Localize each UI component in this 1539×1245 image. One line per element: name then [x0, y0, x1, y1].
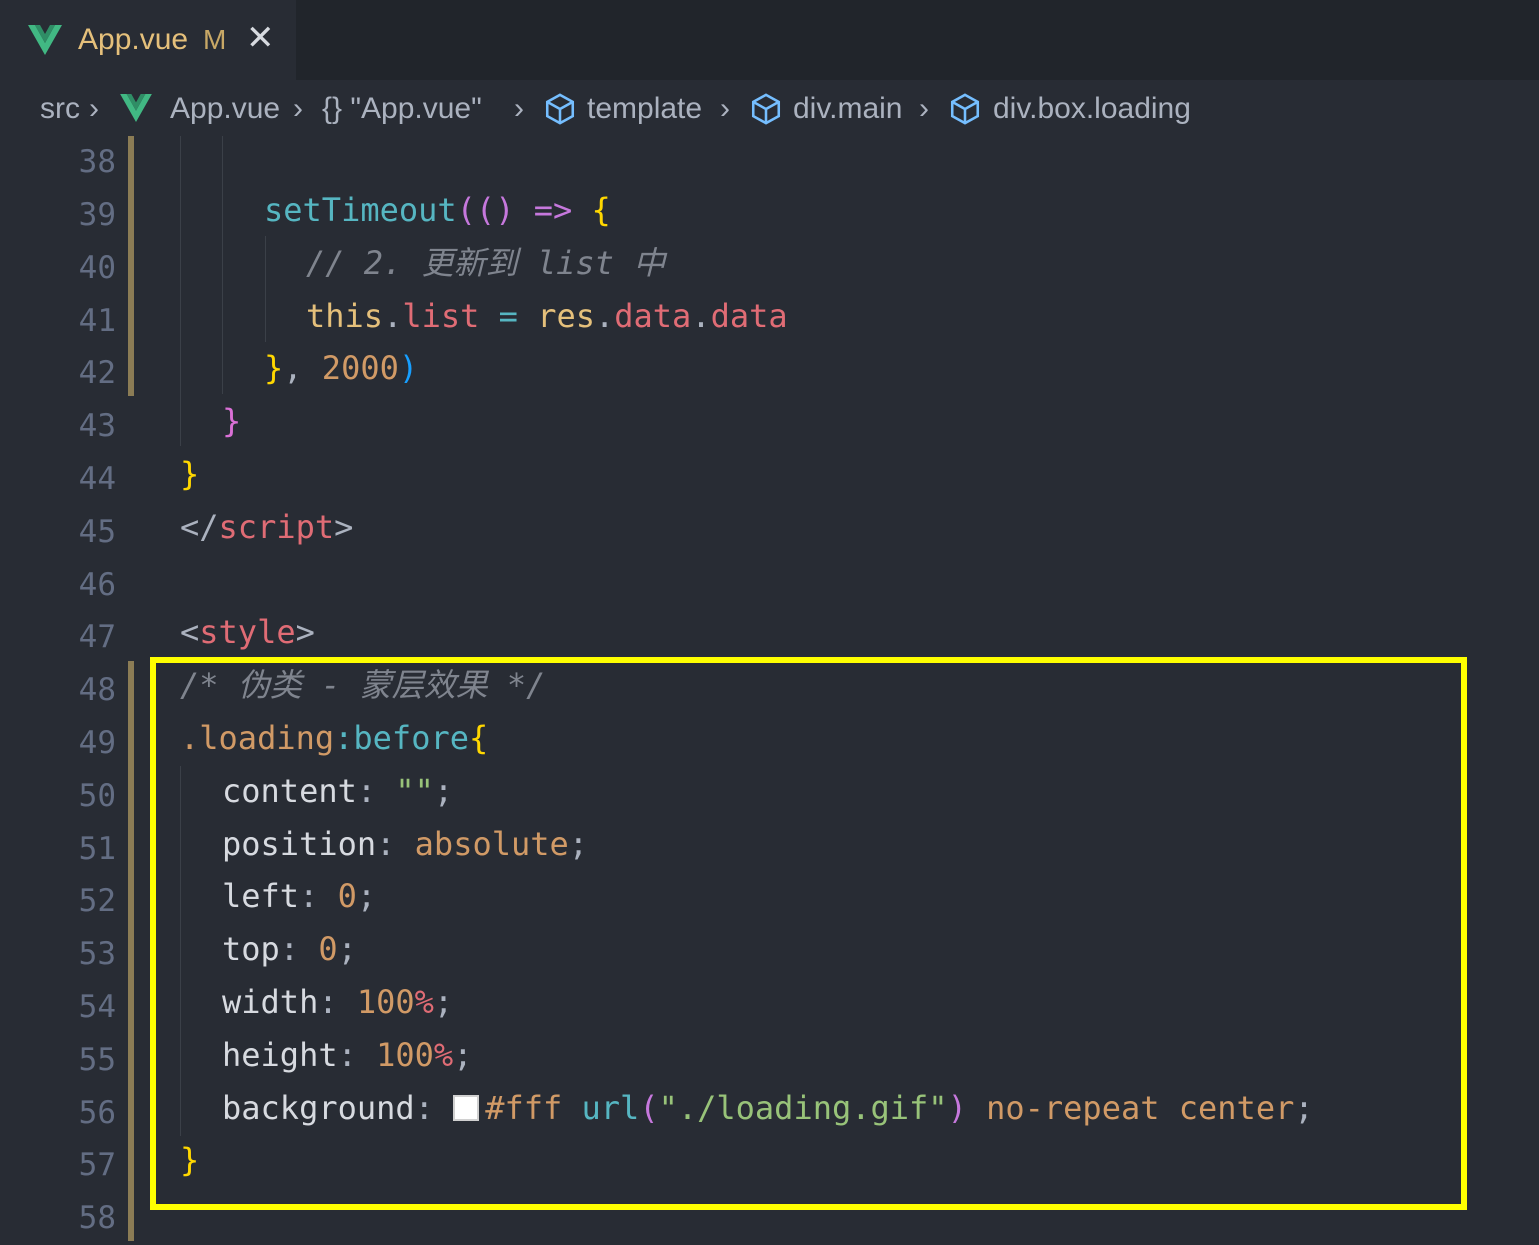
line-number: 46 — [78, 567, 116, 603]
line-number: 50 — [78, 778, 116, 814]
line-number: 45 — [78, 514, 116, 550]
breadcrumb: src › App.vue › {} "App.vue" › template … — [0, 80, 1539, 136]
vue-icon — [120, 94, 152, 122]
line-number: 42 — [78, 355, 116, 391]
cube-icon — [545, 93, 575, 125]
line-number: 58 — [78, 1200, 116, 1236]
line-number: 40 — [78, 250, 116, 286]
line-number: 43 — [78, 408, 116, 444]
breadcrumb-div-main[interactable]: div.main — [793, 90, 902, 128]
breadcrumb-file[interactable]: App.vue — [170, 90, 280, 128]
breadcrumb-folder[interactable]: src — [40, 90, 80, 128]
line-number: 39 — [78, 197, 116, 233]
code-line-40: // 2. 更新到 list 中 — [306, 244, 666, 282]
line-number: 53 — [78, 936, 116, 972]
breadcrumb-template[interactable]: template — [587, 90, 702, 128]
line-number: 48 — [78, 672, 116, 708]
tab-bar: App.vue M ✕ — [0, 0, 1539, 80]
line-number: 51 — [78, 831, 116, 867]
line-number: 38 — [78, 144, 116, 180]
line-number: 49 — [78, 725, 116, 761]
line-number: 55 — [78, 1042, 116, 1078]
tab-app-vue[interactable]: App.vue M ✕ — [0, 0, 296, 80]
vue-icon — [28, 25, 62, 55]
code-line-41: this.list = res.data.data — [306, 297, 788, 335]
line-number: 47 — [78, 619, 116, 655]
line-number: 57 — [78, 1147, 116, 1183]
tab-label: App.vue — [78, 23, 189, 56]
code-line-42: }, 2000) — [264, 349, 419, 387]
code-line-47: <style> — [180, 613, 315, 651]
chevron-right-icon: › — [89, 92, 99, 125]
chevron-right-icon: › — [720, 92, 730, 125]
close-icon[interactable]: ✕ — [246, 18, 275, 58]
chevron-right-icon: › — [293, 92, 303, 125]
cube-icon — [950, 93, 980, 125]
highlight-annotation-box — [150, 657, 1467, 1210]
code-line-39: setTimeout(() => { — [264, 191, 611, 229]
code-line-44: } — [180, 455, 200, 493]
code-line-45: </script> — [180, 508, 354, 546]
chevron-right-icon: › — [514, 92, 524, 125]
line-number: 56 — [78, 1095, 116, 1131]
code-line-43: } — [222, 402, 242, 440]
cube-icon — [751, 93, 781, 125]
line-number: 41 — [78, 303, 116, 339]
line-number: 52 — [78, 883, 116, 919]
line-number: 54 — [78, 989, 116, 1025]
breadcrumb-div-box-loading[interactable]: div.box.loading — [993, 90, 1191, 128]
line-number: 44 — [78, 461, 116, 497]
chevron-right-icon: › — [919, 92, 929, 125]
modified-badge: M — [203, 24, 227, 55]
breadcrumb-object[interactable]: {} "App.vue" — [322, 90, 482, 128]
